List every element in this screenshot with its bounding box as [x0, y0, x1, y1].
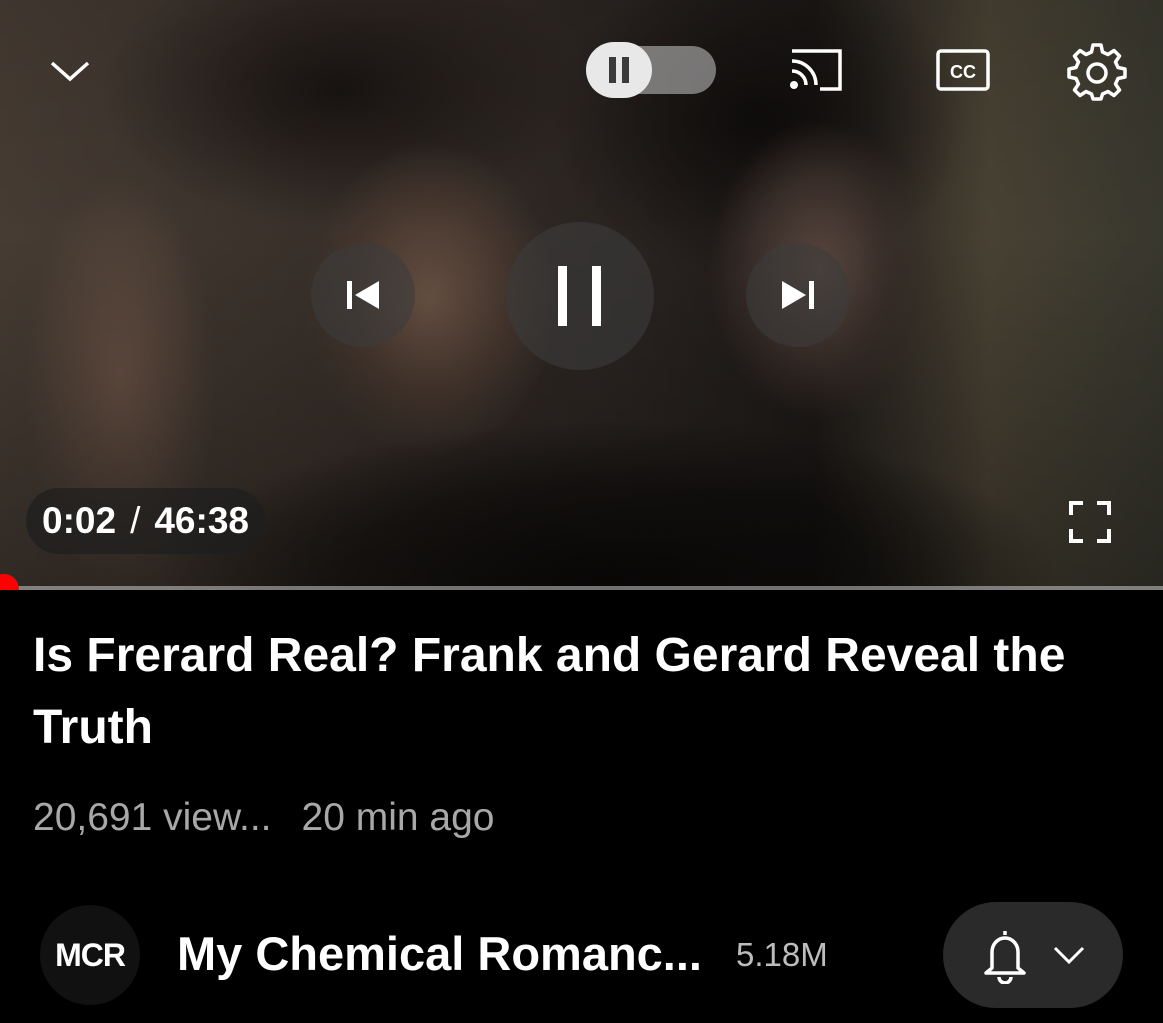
upload-time: 20 min ago [301, 796, 495, 839]
gear-icon [1067, 43, 1127, 101]
video-player[interactable]: CC 0:02 / 46:38 [0, 0, 1163, 590]
video-meta[interactable]: 20,691 view... 20 min ago [33, 796, 494, 840]
duration: 46:38 [154, 500, 249, 541]
chevron-down-icon [50, 61, 90, 82]
progress-bar[interactable] [0, 574, 1163, 590]
skip-previous-icon [347, 281, 379, 309]
cc-icon: CC [936, 49, 990, 91]
view-count: 20,691 view... [33, 796, 272, 839]
collapse-player-button[interactable] [40, 46, 100, 96]
bell-icon [984, 931, 1026, 984]
cast-button[interactable] [780, 40, 850, 100]
pause-icon [558, 266, 601, 326]
svg-text:CC: CC [950, 62, 976, 82]
current-time: 0:02 [42, 500, 117, 541]
video-title[interactable]: Is Frerard Real? Frank and Gerard Reveal… [33, 620, 1133, 764]
next-video-button[interactable] [746, 243, 850, 347]
channel-avatar[interactable]: MCR [40, 905, 140, 1005]
time-display[interactable]: 0:02 / 46:38 [26, 488, 265, 554]
chevron-down-icon [1053, 946, 1085, 965]
time-separator: / [130, 500, 141, 541]
skip-next-icon [782, 281, 814, 309]
cast-icon [790, 49, 842, 91]
settings-button[interactable] [1060, 38, 1134, 108]
subscriber-count: 5.18M [736, 936, 828, 973]
autoplay-toggle-icon [586, 42, 652, 98]
play-pause-button[interactable] [506, 222, 654, 370]
fullscreen-icon [1069, 501, 1111, 543]
notifications-button[interactable] [943, 902, 1123, 1008]
channel-name[interactable]: My Chemical Romanc... [177, 926, 702, 981]
fullscreen-button[interactable] [1060, 494, 1120, 550]
autoplay-toggle[interactable] [586, 42, 716, 98]
captions-button[interactable]: CC [928, 40, 998, 100]
previous-video-button[interactable] [311, 243, 415, 347]
